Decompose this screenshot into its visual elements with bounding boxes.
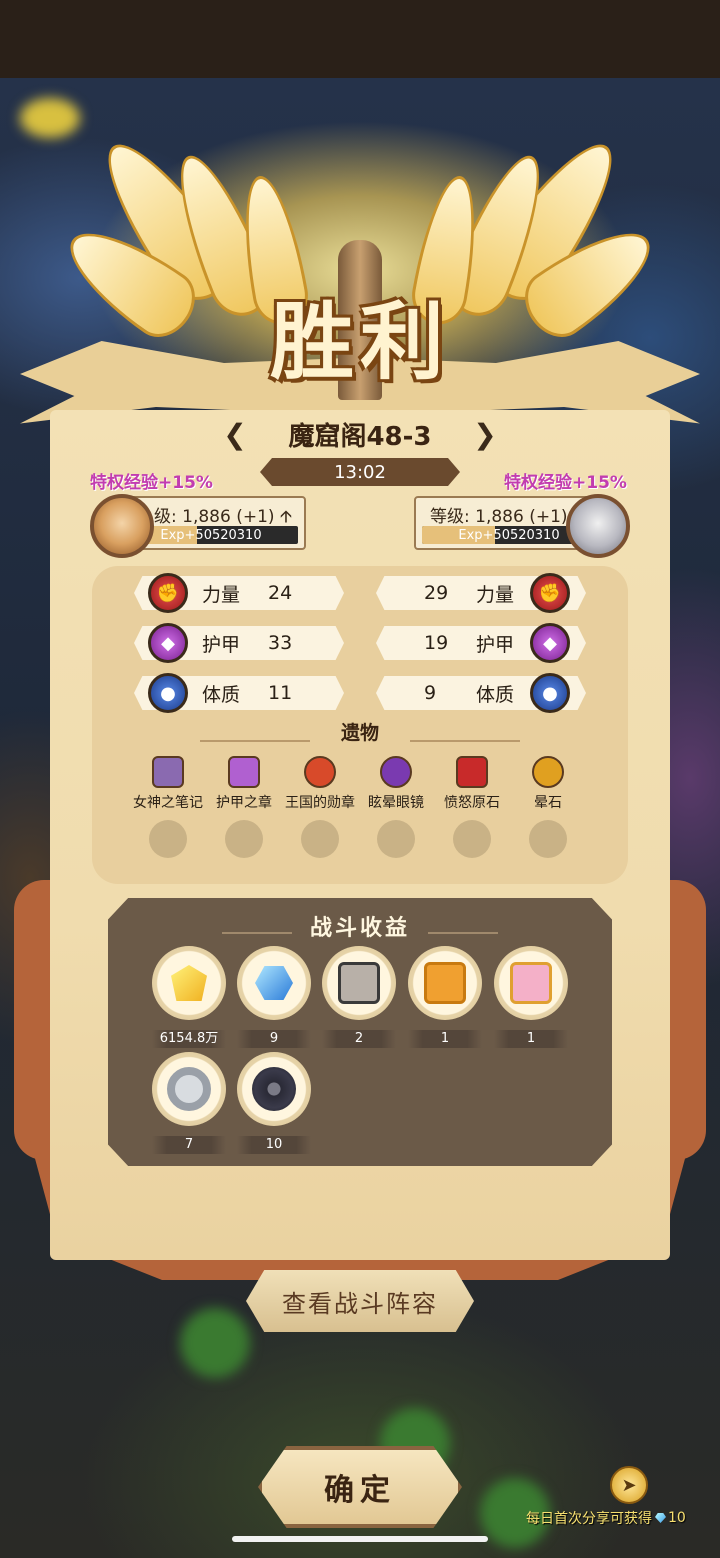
left-player-avatar[interactable]	[90, 494, 154, 558]
relic-name: 王国的勋章	[285, 795, 355, 811]
reward-item[interactable]: 2	[322, 946, 396, 1048]
relic-slot-empty	[453, 820, 491, 858]
stat-label: 力量	[202, 583, 241, 606]
relic-slot-empty	[149, 820, 187, 858]
relic-slot-empty	[529, 820, 567, 858]
stat-label: 护甲	[202, 633, 241, 656]
stat-value: 29	[424, 582, 449, 604]
share-icon[interactable]: ➤	[610, 1466, 648, 1504]
armor-icon: ◆	[148, 623, 188, 663]
stat-value: 24	[268, 582, 293, 604]
daily-share-reward[interactable]: 每日首次分享可获得 10	[526, 1508, 720, 1528]
relic-slot-empty	[377, 820, 415, 858]
gear-icon	[252, 1067, 296, 1111]
view-battle-lineup-button[interactable]: 查看战斗阵容	[246, 1270, 474, 1332]
right-privilege-exp-bonus: 特权经验+15%	[504, 473, 627, 493]
dog-card-icon	[338, 962, 380, 1004]
book-icon	[152, 756, 184, 788]
diamond-icon	[655, 1513, 666, 1523]
pig-card-icon	[510, 962, 552, 1004]
relic-item[interactable]: 愤怒原石	[432, 756, 512, 812]
victory-title: 胜利	[269, 291, 450, 391]
stat-value: 19	[424, 632, 449, 654]
fist-icon: ✊	[148, 573, 188, 613]
stat-label: 护甲	[476, 633, 515, 656]
fist-icon: ✊	[530, 573, 570, 613]
reward-item[interactable]: 7	[152, 1052, 226, 1154]
stage-name: 魔窟阁48-3	[288, 421, 432, 452]
bird-card-icon	[424, 962, 466, 1004]
home-indicator[interactable]	[232, 1536, 488, 1542]
relic-item[interactable]: 护甲之章	[204, 756, 284, 812]
ring-icon	[167, 1067, 211, 1111]
right-level-text: 等级: 1,886 (+1)	[430, 507, 568, 527]
relic-divider-right	[410, 740, 520, 742]
reward-count: 1	[408, 1030, 482, 1048]
reward-item[interactable]: 10	[237, 1052, 311, 1154]
right-player-avatar[interactable]	[566, 494, 630, 558]
stage-navigation: ❮ 魔窟阁48-3 ❯	[220, 412, 500, 456]
reward-count: 9	[237, 1030, 311, 1048]
reward-count: 1	[494, 1030, 568, 1048]
prev-stage-arrow-icon[interactable]: ❮	[220, 418, 250, 451]
top-bar	[0, 0, 720, 78]
stat-value: 9	[424, 682, 437, 704]
gold-gem-icon	[171, 965, 207, 1001]
left-privilege-exp-bonus: 特权经验+15%	[90, 473, 213, 493]
reward-item[interactable]: 6154.8万	[152, 946, 226, 1048]
reward-item[interactable]: 9	[237, 946, 311, 1048]
stat-label: 体质	[476, 683, 515, 706]
reward-count: 6154.8万	[152, 1030, 226, 1048]
scroll-icon	[228, 756, 260, 788]
stat-value: 33	[268, 632, 293, 654]
reward-item[interactable]: 1	[494, 946, 568, 1048]
relic-item[interactable]: 女神之笔记	[128, 756, 208, 812]
reward-item[interactable]: 1	[408, 946, 482, 1048]
relic-name: 女神之笔记	[133, 795, 203, 811]
relic-slot-empty	[225, 820, 263, 858]
share-amount: 10	[668, 1510, 686, 1526]
relic-item[interactable]: 王国的勋章	[280, 756, 360, 812]
rewards-divider-right	[428, 932, 498, 934]
stat-value: 11	[268, 682, 293, 704]
goggles-icon	[380, 756, 412, 788]
rewards-divider-left	[222, 932, 292, 934]
relic-divider-left	[200, 740, 310, 742]
relic-name: 眩晕眼镜	[368, 795, 424, 811]
relic-slot-empty	[301, 820, 339, 858]
reward-count: 10	[237, 1136, 311, 1154]
next-stage-arrow-icon[interactable]: ❯	[470, 418, 500, 451]
reward-count: 2	[322, 1030, 396, 1048]
red-stone-icon	[456, 756, 488, 788]
confirm-button[interactable]: 确定	[258, 1446, 462, 1528]
blue-diamond-icon	[255, 966, 293, 1000]
constitution-icon: ●	[530, 673, 570, 713]
relic-name: 愤怒原石	[444, 795, 500, 811]
reward-count: 7	[152, 1136, 226, 1154]
relic-name: 晕石	[534, 795, 562, 811]
relic-item[interactable]: 晕石	[508, 756, 588, 812]
battle-timer: 13:02	[260, 458, 460, 486]
stat-label: 力量	[476, 583, 515, 606]
relic-item[interactable]: 眩晕眼镜	[356, 756, 436, 812]
relics-title: 遗物	[340, 722, 379, 744]
relic-name: 护甲之章	[216, 795, 272, 811]
armor-icon: ◆	[530, 623, 570, 663]
stat-label: 体质	[202, 683, 241, 706]
gold-stone-icon	[532, 756, 564, 788]
constitution-icon: ●	[148, 673, 188, 713]
share-text: 每日首次分享可获得	[526, 1511, 652, 1527]
rewards-title: 战斗收益	[309, 916, 410, 941]
medal-icon	[304, 756, 336, 788]
